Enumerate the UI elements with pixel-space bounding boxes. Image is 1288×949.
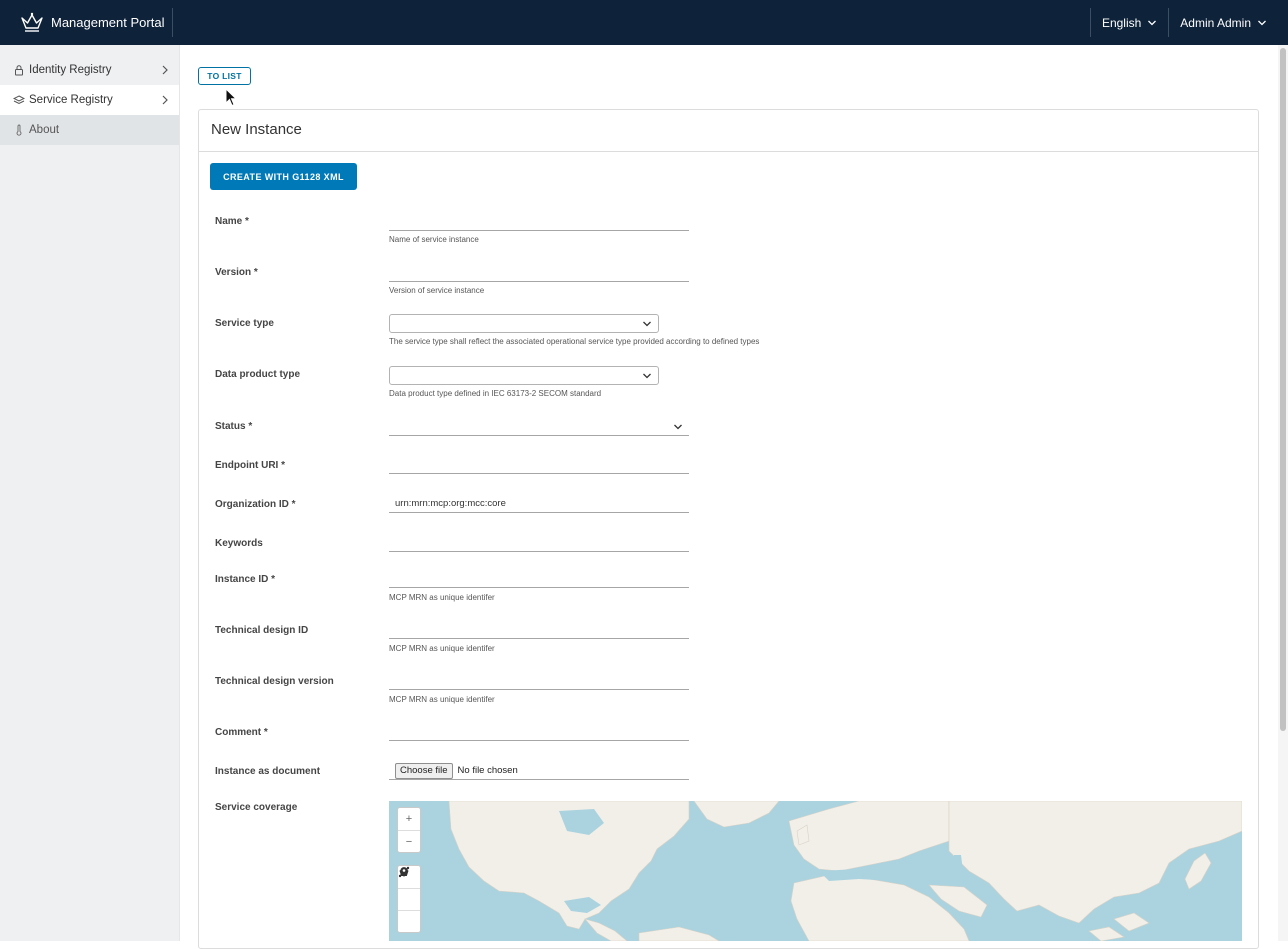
sidebar-item-identity-registry[interactable]: Identity Registry [0,55,179,85]
chevron-down-icon [674,424,682,430]
name-label: Name * [215,216,249,227]
header-divider [172,8,173,37]
service-coverage-label: Service coverage [215,802,298,813]
choose-file-button[interactable]: Choose file [395,762,453,779]
scrollbar-thumb[interactable] [1280,48,1286,731]
status-label: Status * [215,421,253,432]
keywords-label: Keywords [215,538,263,549]
zoom-controls: + − [397,807,421,853]
organization-id-label: Organization ID * [215,499,296,510]
user-name: Admin Admin [1180,15,1251,30]
page-scrollbar[interactable] [1278,45,1288,941]
data-product-type-help: Data product type defined in IEC 63173-2… [389,389,602,398]
name-input[interactable] [389,213,689,231]
data-product-type-select[interactable] [389,366,659,385]
comment-label: Comment * [215,727,268,738]
file-status-text: No file chosen [457,765,518,776]
sidebar-item-about[interactable]: About [0,115,179,145]
layers-icon [13,94,25,106]
chevron-right-icon [162,95,168,105]
version-input[interactable] [389,264,689,282]
chevron-down-icon [643,373,651,379]
instance-document-label: Instance as document [215,766,321,777]
instance-id-input[interactable] [389,570,689,588]
sidebar-item-label: About [29,124,60,136]
technical-design-version-input[interactable] [389,672,689,690]
thermometer-icon [13,124,25,136]
app-title[interactable]: Management Portal [51,15,164,30]
keywords-input[interactable] [389,534,689,552]
draw-marker-icon[interactable] [398,867,420,932]
language-label: English [1101,15,1142,30]
zoom-out-button[interactable]: − [398,830,420,852]
technical-design-version-label: Technical design version [215,676,334,687]
comment-input[interactable] [389,723,689,741]
chevron-down-icon [1258,20,1266,25]
endpoint-uri-label: Endpoint URI * [215,460,285,471]
endpoint-uri-input[interactable] [389,456,689,474]
technical-design-id-label: Technical design ID [215,625,309,636]
chevron-right-icon [162,65,168,75]
draw-toolbar [397,865,421,933]
card-divider [199,151,1258,152]
crown-logo-icon[interactable] [19,10,45,36]
service-type-select[interactable] [389,314,659,333]
version-label: Version * [215,267,258,278]
technical-design-version-help: MCP MRN as unique identifer [389,695,495,704]
instance-id-label: Instance ID * [215,574,276,585]
create-with-xml-button[interactable]: CREATE WITH G1128 XML [210,163,357,190]
chevron-down-icon [1148,20,1157,25]
instance-document-file-input[interactable]: Choose file No file chosen [389,762,689,780]
zoom-in-button[interactable]: + [398,808,420,830]
user-dropdown[interactable]: Admin Admin [1169,16,1278,30]
chevron-down-icon [643,321,651,327]
lock-icon [13,64,25,76]
technical-design-id-help: MCP MRN as unique identifer [389,644,495,653]
draw-polygon-icon[interactable] [398,867,420,910]
top-header: Management Portal English Admin Admin [0,0,1288,45]
status-select[interactable] [389,418,689,436]
page-title: New Instance [211,121,302,138]
sidebar: Identity Registry Service Registry About [0,45,180,941]
organization-id-input[interactable]: urn:mrn:mcp:org:mcc:core [389,495,689,513]
instance-id-help: MCP MRN as unique identifer [389,593,495,602]
language-dropdown[interactable]: English [1091,16,1168,30]
to-list-button[interactable]: TO LIST [198,67,251,85]
service-type-help: The service type shall reflect the assoc… [389,337,760,346]
technical-design-id-input[interactable] [389,621,689,639]
sidebar-item-label: Identity Registry [29,64,112,76]
service-coverage-map[interactable]: + − [389,801,1242,941]
mouse-cursor-icon [225,88,237,107]
service-type-label: Service type [215,318,274,329]
data-product-type-label: Data product type [215,369,301,380]
sidebar-item-service-registry[interactable]: Service Registry [0,85,179,115]
name-help: Name of service instance [389,235,479,244]
world-map-tiles [448,801,1242,941]
version-help: Version of service instance [389,286,485,295]
sidebar-item-label: Service Registry [29,94,113,106]
